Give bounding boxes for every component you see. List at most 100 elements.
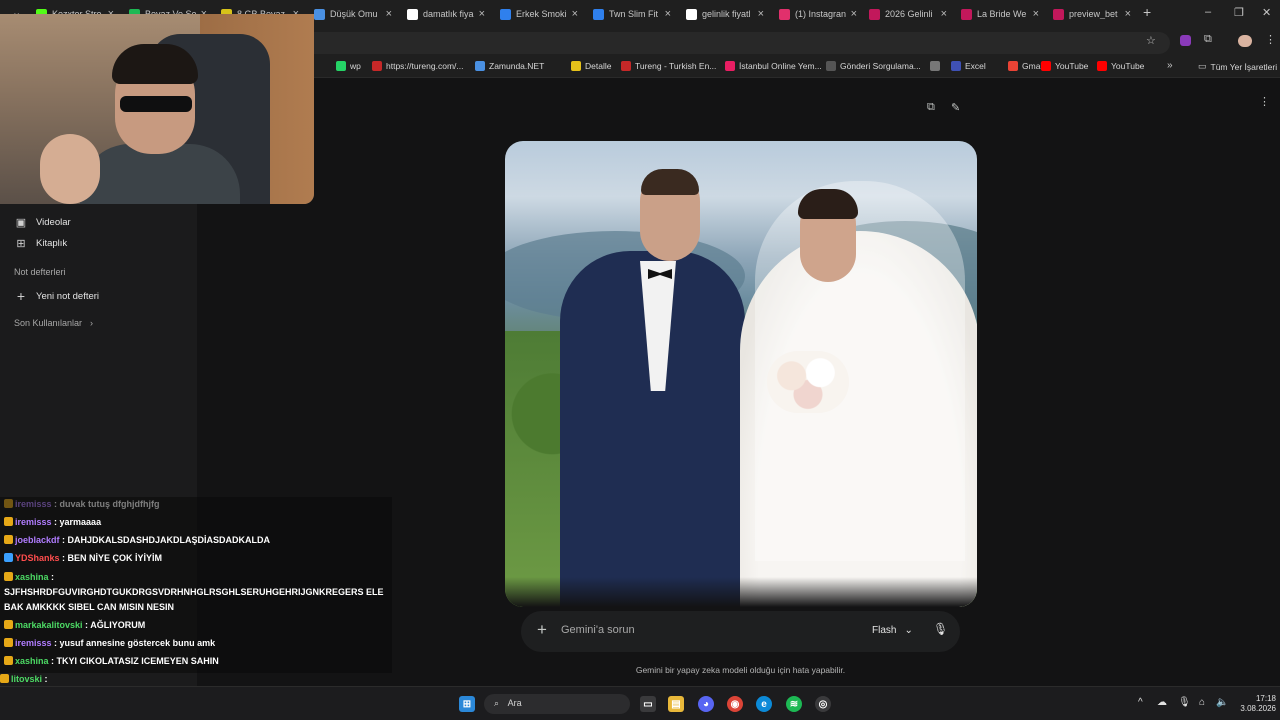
close-tab-icon[interactable]: × bbox=[1033, 8, 1039, 20]
bookmark-5[interactable]: İstanbul Online Yem... bbox=[725, 61, 822, 71]
obs-icon[interactable]: ◎ bbox=[815, 696, 831, 712]
new-notebook-button[interactable]: + Yeni not defteri bbox=[14, 288, 99, 304]
profile-avatar[interactable] bbox=[1238, 35, 1252, 47]
search-icon: ⌕ bbox=[494, 698, 500, 708]
streamer-hair bbox=[112, 44, 198, 84]
menu-kebab-icon[interactable]: ⋮ bbox=[1265, 33, 1276, 46]
new-tab-button[interactable]: + bbox=[1143, 4, 1151, 20]
tab-8[interactable]: (1) Instagran × bbox=[773, 4, 863, 24]
all-bookmarks-label: Tüm Yer İşaretleri bbox=[1210, 61, 1278, 72]
network-icon[interactable]: ⌂ bbox=[1199, 697, 1205, 708]
bookmark-11[interactable]: YouTube bbox=[1097, 61, 1144, 71]
chat-text: AĞLIYORUM bbox=[90, 620, 146, 630]
model-selector[interactable]: Flash ⌄ bbox=[872, 625, 913, 636]
recents-header[interactable]: Son Kullanılanlar › bbox=[14, 318, 93, 328]
sidebar-item-library[interactable]: ⊞ Kitaplık bbox=[14, 237, 67, 250]
chat-separator: : bbox=[42, 674, 48, 684]
tab-11[interactable]: preview_bet × bbox=[1047, 4, 1137, 24]
close-tab-icon[interactable]: × bbox=[1125, 8, 1131, 20]
d-icon bbox=[1053, 8, 1064, 20]
bookmark-star-icon[interactable]: ☆ bbox=[1146, 34, 1156, 47]
chat-separator: : bbox=[59, 535, 68, 545]
chat-username: xashina bbox=[15, 656, 49, 666]
prompt-input[interactable]: Gemini'a sorun bbox=[561, 624, 635, 636]
tab-5[interactable]: Erkek Smoki × bbox=[494, 4, 584, 24]
clock-date: 3.08.2026 bbox=[1240, 704, 1276, 713]
close-tab-icon[interactable]: × bbox=[479, 8, 485, 20]
generated-image[interactable] bbox=[505, 141, 977, 607]
bookmark-3[interactable]: Detalle bbox=[571, 61, 611, 71]
bookmarks-overflow-icon[interactable]: » bbox=[1167, 60, 1173, 71]
taskbar: ⊞ ⌕ Ara ▭ ▤ ◕ ◉ e ≋ ◎ ^ ☁ 🎙 ⌂ 🔈 17:18 3.… bbox=[0, 686, 1280, 720]
tab-9[interactable]: 2026 Gelinli × bbox=[863, 4, 953, 24]
tab-6[interactable]: Twn Slim Fit × bbox=[587, 4, 677, 24]
mic-tray-icon[interactable]: 🎙 bbox=[1178, 697, 1191, 708]
close-tab-icon[interactable]: × bbox=[572, 8, 578, 20]
chat-text: yusuf annesine göstercek bunu amk bbox=[59, 638, 216, 648]
task-view-icon[interactable]: ▭ bbox=[640, 696, 656, 712]
extensions-puzzle-icon[interactable]: ⧉ bbox=[1204, 33, 1212, 46]
bookmark-0[interactable]: wp bbox=[336, 61, 361, 71]
chat-separator: : bbox=[51, 499, 60, 509]
all-bookmarks[interactable]: ▭ Tüm Yer İşaretleri bbox=[1198, 61, 1277, 72]
edit-pencil-icon[interactable]: ✎ bbox=[951, 101, 960, 114]
tab-title: preview_bet bbox=[1069, 9, 1118, 19]
volume-icon[interactable]: 🔈 bbox=[1216, 697, 1228, 708]
chat-username: markakalitovski bbox=[15, 620, 83, 630]
microphone-icon[interactable]: 🎙 bbox=[933, 622, 948, 636]
zamunda-icon bbox=[475, 61, 485, 71]
chat-text: SJFHSHRDFGUVIRGHDTGUKDRGSVDRHNHGLRSGHLSE… bbox=[4, 587, 384, 597]
sidebar-item-videos[interactable]: ▣ Videolar bbox=[14, 216, 71, 229]
close-tab-icon[interactable]: × bbox=[665, 8, 671, 20]
close-tab-icon[interactable]: × bbox=[386, 8, 392, 20]
add-attachment-icon[interactable]: + bbox=[537, 620, 547, 640]
prompt-box[interactable]: + Gemini'a sorun Flash ⌄ 🎙 bbox=[521, 611, 960, 652]
tab-3[interactable]: Düşük Omu × bbox=[308, 4, 398, 24]
close-tab-icon[interactable]: × bbox=[941, 8, 947, 20]
taskbar-search[interactable]: ⌕ Ara bbox=[484, 694, 630, 714]
chat-message: iremisss : duvak tutuş dfghjdfhjfg bbox=[4, 497, 160, 512]
bookmark-4[interactable]: Tureng - Turkish En... bbox=[621, 61, 716, 71]
tab-4[interactable]: damatlık fiya × bbox=[401, 4, 491, 24]
d-icon bbox=[869, 8, 880, 20]
close-tab-icon[interactable]: × bbox=[851, 8, 857, 20]
bookmark-label: Zamunda.NET bbox=[489, 61, 545, 71]
bookmark-9[interactable]: Gmail bbox=[1008, 61, 1044, 71]
close-window-icon[interactable]: ✕ bbox=[1262, 6, 1271, 19]
chat-separator: : bbox=[48, 572, 55, 582]
spotify-icon[interactable]: ≋ bbox=[786, 696, 802, 712]
more-options-icon[interactable]: ⋮ bbox=[1259, 95, 1270, 108]
maximize-icon[interactable]: ❐ bbox=[1234, 6, 1244, 19]
tray-overflow-icon[interactable]: ^ bbox=[1138, 697, 1143, 708]
bookmark-10[interactable]: YouTube bbox=[1041, 61, 1088, 71]
chat-username: iremisss bbox=[15, 638, 52, 648]
x-icon bbox=[826, 61, 836, 71]
address-bar[interactable] bbox=[300, 32, 1170, 54]
tab-title: La Bride We bbox=[977, 9, 1027, 19]
chevron-down-icon: ⌄ bbox=[904, 625, 913, 636]
youtube-icon bbox=[1097, 61, 1107, 71]
discord-icon[interactable]: ◕ bbox=[698, 696, 714, 712]
copy-icon[interactable]: ⧉ bbox=[927, 101, 935, 114]
clock[interactable]: 17:18 3.08.2026 bbox=[1236, 694, 1276, 714]
bookmark-1[interactable]: https://tureng.com/... bbox=[372, 61, 463, 71]
cloud-icon[interactable]: ☁ bbox=[1157, 697, 1167, 708]
tab-10[interactable]: La Bride We × bbox=[955, 4, 1045, 24]
tab-7[interactable]: gelinlik fiyatl × bbox=[680, 4, 770, 24]
windows-start-icon[interactable]: ⊞ bbox=[459, 696, 475, 712]
trendyol-icon bbox=[500, 8, 511, 20]
minimize-icon[interactable]: – bbox=[1205, 6, 1211, 18]
bookmark-7[interactable] bbox=[930, 61, 944, 71]
close-tab-icon[interactable]: × bbox=[758, 8, 764, 20]
file-explorer-icon[interactable]: ▤ bbox=[668, 696, 684, 712]
bookmark-2[interactable]: Zamunda.NET bbox=[475, 61, 544, 71]
google-icon bbox=[686, 8, 697, 20]
bookmark-label: wp bbox=[350, 61, 361, 71]
bookmark-8[interactable]: Excel bbox=[951, 61, 986, 71]
chrome-icon[interactable]: ◉ bbox=[727, 696, 743, 712]
edge-icon[interactable]: e bbox=[756, 696, 772, 712]
extension-icon[interactable] bbox=[1180, 35, 1191, 46]
bookmark-6[interactable]: Gönderi Sorgulama... bbox=[826, 61, 921, 71]
instagram-icon bbox=[779, 8, 790, 20]
detalle-icon bbox=[571, 61, 581, 71]
